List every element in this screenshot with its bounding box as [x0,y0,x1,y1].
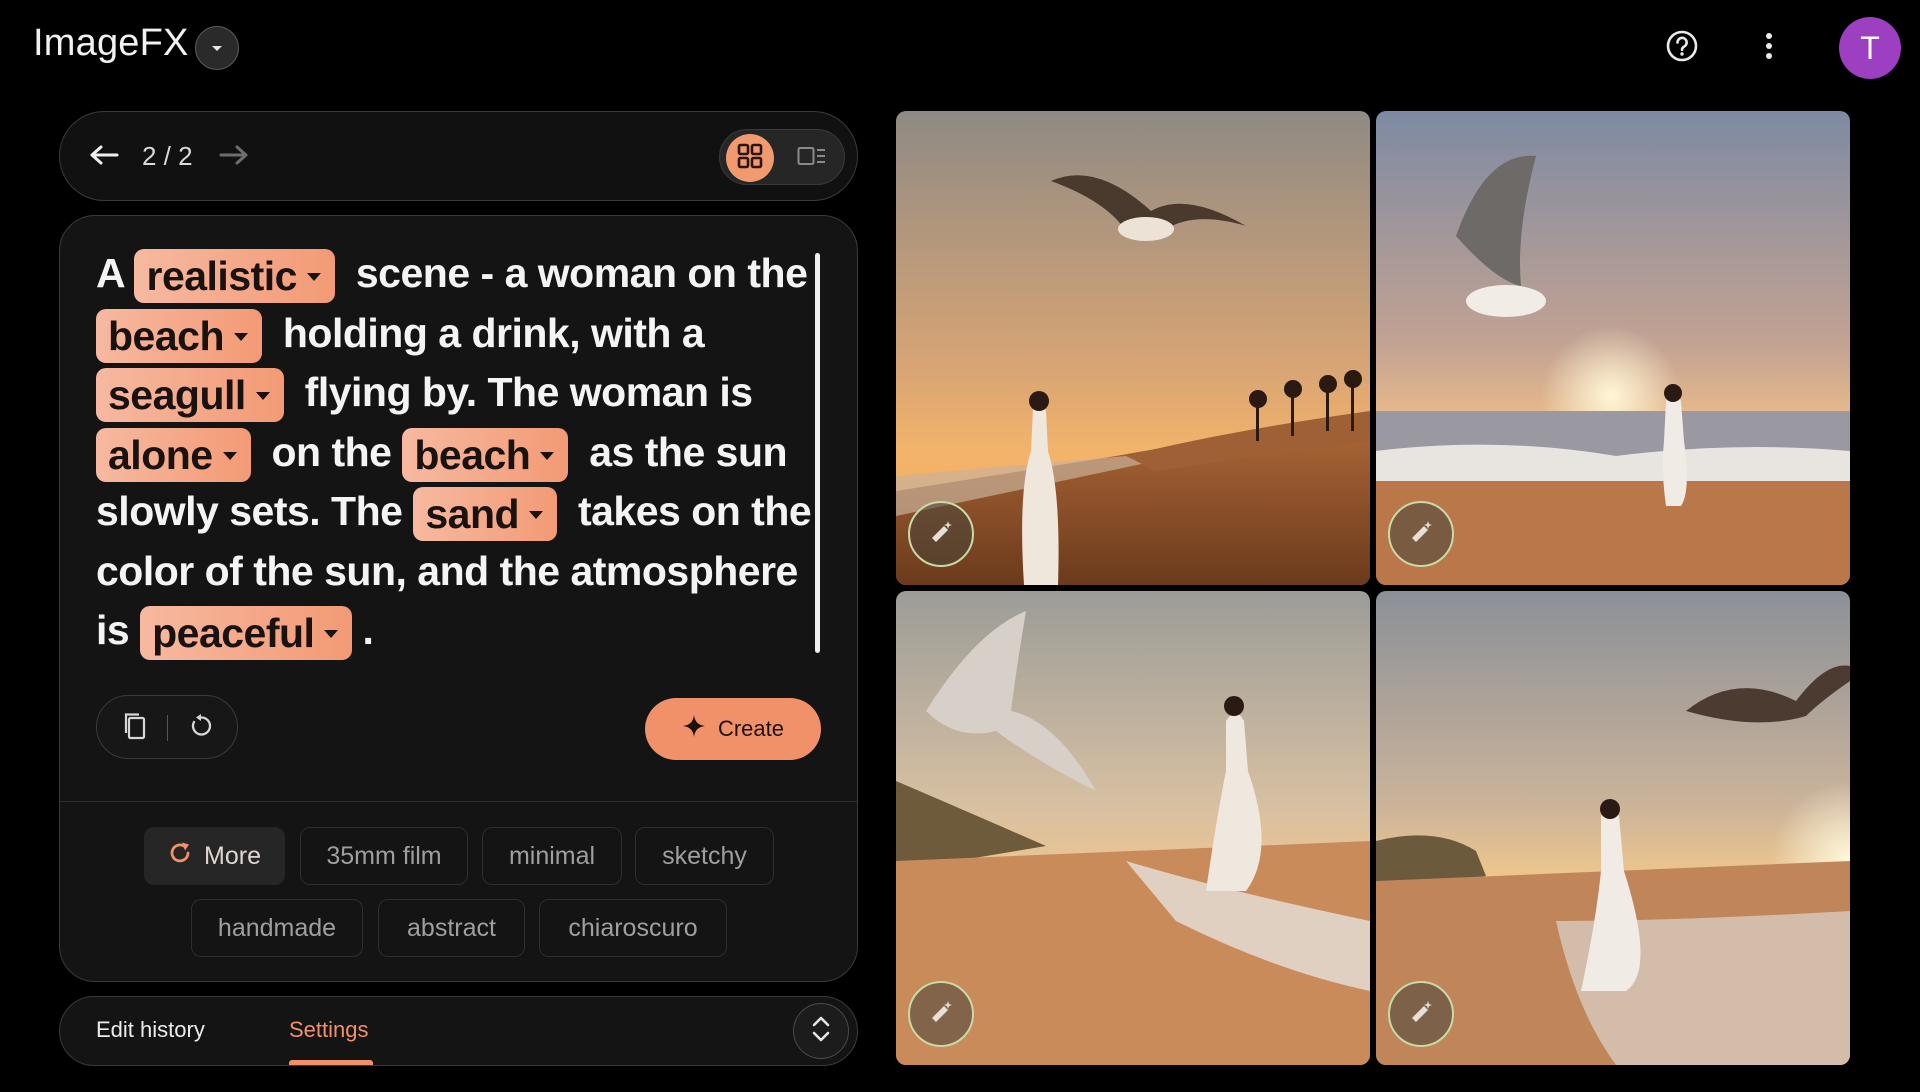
chevron-down-icon [222,451,237,460]
chevron-down-icon [324,630,339,639]
generated-image-1[interactable] [896,111,1370,585]
create-button[interactable]: Create [645,698,821,760]
style-tag[interactable]: 35mm film [300,827,468,885]
generation-navigator: 2 / 2 [59,111,858,201]
generated-image-4[interactable] [1376,591,1850,1065]
create-label: Create [717,716,785,741]
prompt-chip[interactable]: seagull [96,368,284,423]
prompt-chip-label: peaceful [152,610,315,657]
prompt-chip[interactable]: alone [96,427,251,482]
more-vert-icon [1765,31,1773,65]
prompt-text-segment: scene - a woman on the [344,250,808,296]
magic-wand-icon [1407,998,1435,1030]
prompt-text-segment: holding a drink, with a [272,309,705,356]
chevron-down-icon [306,273,321,282]
bottom-tab-bar: Edit history Settings [59,996,858,1066]
style-tag[interactable]: handmade [191,899,363,957]
more-options-button[interactable] [1747,26,1791,70]
prompt-chip[interactable]: realistic [134,249,335,304]
unfold-icon [811,1015,831,1047]
page-counter: 2 / 2 [142,141,193,171]
edit-image-button[interactable] [1388,981,1454,1047]
prompt-card: A realistic scene - a woman on the beach… [59,215,858,982]
copy-prompt-button[interactable] [115,708,155,748]
refresh-icon [168,841,192,872]
tab-settings[interactable]: Settings [289,1017,369,1043]
single-view-icon [797,146,827,170]
chevron-down-icon [234,332,248,341]
style-tag[interactable]: chiaroscuro [539,899,727,957]
prompt-text-segment: on the [260,428,403,475]
prompt-chip-label: realistic [146,253,297,300]
prompt-chip-label: beach [108,312,225,359]
avatar[interactable]: T [1839,17,1901,79]
help-button[interactable] [1660,26,1704,70]
magic-wand-icon [927,518,955,550]
edit-image-button[interactable] [908,501,974,567]
avatar-letter: T [1860,29,1880,66]
grid-icon [737,143,763,173]
active-tab-indicator [289,1060,373,1065]
prompt-chip[interactable]: beach [96,308,262,363]
magic-wand-icon [1407,518,1435,550]
expand-panel-button[interactable] [793,1003,849,1059]
prompt-chip-label: alone [108,431,213,478]
single-view-button[interactable] [788,134,836,182]
style-suggestions: More 35mm film minimal sketchy handmade … [60,801,857,981]
prompt-scrollbar[interactable] [815,253,820,653]
prompt-chip-label: sand [425,491,520,538]
view-mode-toggle [719,129,845,185]
chevron-down-icon [540,451,555,460]
app-title: ImageFX [33,22,189,64]
tab-edit-history[interactable]: Edit history [96,1017,205,1043]
style-tag[interactable]: minimal [482,827,622,885]
chevron-down-icon [210,39,224,58]
reset-prompt-button[interactable] [181,708,221,748]
prompt-chip[interactable]: peaceful [140,606,353,661]
chevron-down-icon [255,392,270,401]
grid-view-button[interactable] [726,134,774,182]
prompt-chip[interactable]: beach [402,427,569,482]
app-switcher-button[interactable] [195,26,239,70]
prompt-text-segment: A [96,250,135,296]
style-tag[interactable]: sketchy [635,827,774,885]
prompt-chip-label: beach [414,431,531,478]
more-suggestions-button[interactable]: More [144,827,285,885]
tool-separator [167,715,168,741]
copy-icon [122,711,148,745]
help-icon [1665,29,1699,67]
magic-wand-icon [927,998,955,1030]
chevron-down-icon [529,511,544,520]
prompt-editor[interactable]: A realistic scene - a woman on the beach… [96,244,826,661]
generated-image-3[interactable] [896,591,1370,1065]
arrow-right-icon [219,144,249,170]
prompt-tools [96,695,238,759]
style-tag[interactable]: abstract [378,899,525,957]
prompt-text-segment: flying by. The woman is [293,369,753,415]
sparkle-icon [682,714,706,744]
prompt-chip[interactable]: sand [413,487,558,542]
edit-image-button[interactable] [908,981,974,1047]
generated-image-2[interactable] [1376,111,1850,585]
arrow-left-icon [89,144,119,170]
next-button[interactable] [210,133,258,181]
reset-icon [188,713,214,743]
previous-button[interactable] [80,133,128,181]
prompt-chip-label: seagull [108,372,246,419]
edit-image-button[interactable] [1388,501,1454,567]
prompt-text-segment: . [362,607,374,653]
more-label: More [204,841,261,870]
